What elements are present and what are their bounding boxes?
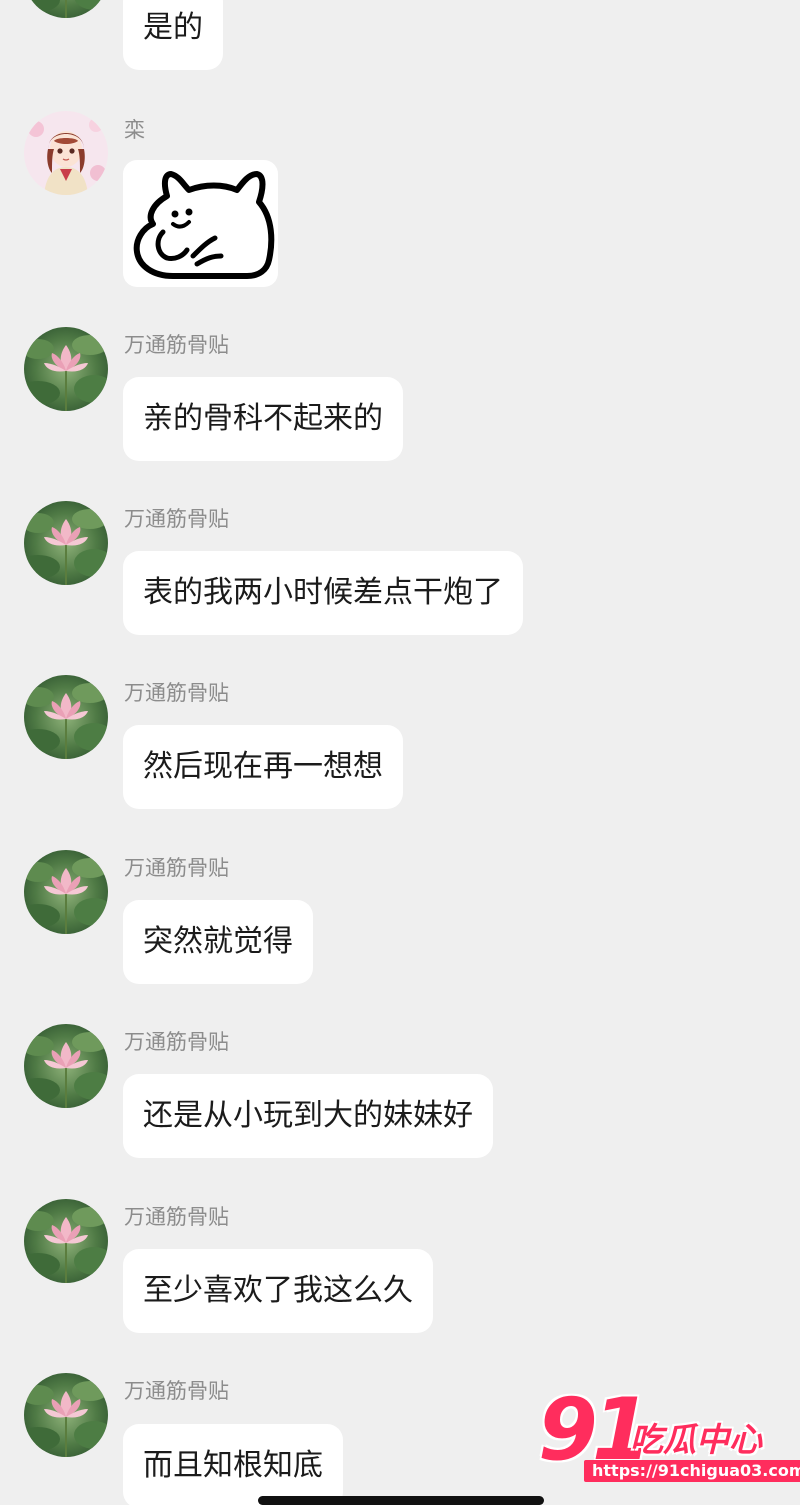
sender-avatar[interactable] — [24, 501, 108, 585]
lotus-avatar-icon — [24, 850, 108, 934]
message-text: 还是从小玩到大的妹妹好 — [143, 1098, 473, 1133]
home-indicator[interactable] — [258, 1496, 544, 1505]
message-bubble[interactable]: 然后现在再一想想 — [123, 725, 403, 809]
message-text: 突然就觉得 — [143, 924, 293, 959]
message-text: 而且知根知底 — [143, 1448, 323, 1483]
watermark-title: 吃瓜中心 — [630, 1420, 762, 1459]
sender-name: 万通筋骨贴 — [124, 507, 229, 531]
sender-name: 栾 — [124, 118, 145, 142]
message-bubble[interactable]: 至少喜欢了我这么久 — [123, 1249, 433, 1333]
cat-sticker-icon — [133, 171, 275, 279]
sender-avatar[interactable] — [24, 1373, 108, 1457]
lotus-avatar-icon — [24, 0, 108, 18]
lotus-avatar-icon — [24, 327, 108, 411]
lotus-avatar-icon — [24, 1373, 108, 1457]
message-bubble[interactable]: 亲的骨科不起来的 — [123, 377, 403, 461]
sticker-message[interactable] — [123, 160, 278, 287]
sender-avatar[interactable] — [24, 1024, 108, 1108]
message-text: 至少喜欢了我这么久 — [143, 1273, 413, 1308]
sender-name: 万通筋骨贴 — [124, 1205, 229, 1229]
sender-name: 万通筋骨贴 — [124, 333, 229, 357]
lotus-avatar-icon — [24, 1199, 108, 1283]
sender-name: 万通筋骨贴 — [124, 856, 229, 880]
sender-avatar[interactable] — [24, 111, 108, 195]
message-text: 是的 — [143, 10, 203, 45]
lotus-avatar-icon — [24, 501, 108, 585]
sender-avatar[interactable] — [24, 0, 108, 18]
message-bubble[interactable]: 是的 — [123, 0, 223, 70]
message-bubble[interactable]: 还是从小玩到大的妹妹好 — [123, 1074, 493, 1158]
message-bubble[interactable]: 而且知根知底 — [123, 1424, 343, 1505]
message-text: 然后现在再一想想 — [143, 749, 383, 784]
lotus-avatar-icon — [24, 1024, 108, 1108]
chat-message-list[interactable]: 是的 栾 万通筋骨贴 亲的骨科不起来的 万通筋骨贴 表的我两小时候差点干炮了 万… — [0, 0, 800, 1505]
message-bubble[interactable]: 突然就觉得 — [123, 900, 313, 984]
sender-avatar[interactable] — [24, 327, 108, 411]
sender-name: 万通筋骨贴 — [124, 1030, 229, 1054]
lotus-avatar-icon — [24, 675, 108, 759]
sender-avatar[interactable] — [24, 675, 108, 759]
message-text: 亲的骨科不起来的 — [143, 401, 383, 436]
sender-name: 万通筋骨贴 — [124, 681, 229, 705]
message-text: 表的我两小时候差点干炮了 — [143, 575, 503, 610]
sender-avatar[interactable] — [24, 850, 108, 934]
watermark-url: https://91chigua03.com — [584, 1460, 800, 1482]
sender-avatar[interactable] — [24, 1199, 108, 1283]
site-watermark: 91 吃瓜中心 https://91chigua03.com — [538, 1380, 800, 1489]
sender-name: 万通筋骨贴 — [124, 1379, 229, 1403]
message-bubble[interactable]: 表的我两小时候差点干炮了 — [123, 551, 523, 635]
anime-girl-avatar-icon — [24, 111, 108, 195]
